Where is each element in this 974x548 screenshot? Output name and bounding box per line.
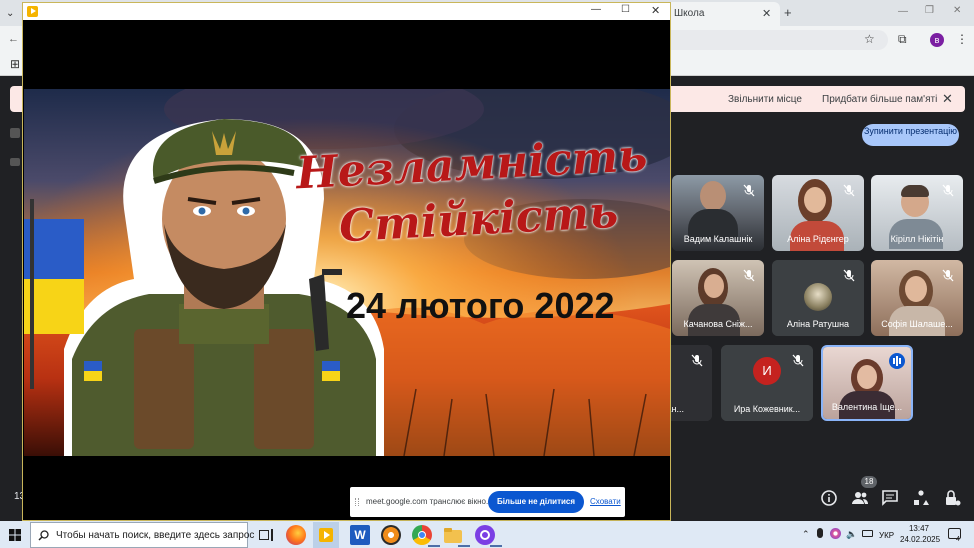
taskbar-clock[interactable]: 13:47 24.02.2025 bbox=[900, 523, 941, 545]
participant-name: Вадим Калашнік bbox=[683, 234, 753, 244]
muted-mic-icon bbox=[942, 269, 954, 282]
presentation-slide: Незламність Стійкість 24 лютого 2022 bbox=[24, 89, 670, 456]
player-close-icon[interactable]: ✕ bbox=[651, 4, 660, 17]
clock-time: 13:47 bbox=[908, 524, 930, 533]
profile-avatar[interactable]: в bbox=[930, 33, 944, 47]
participant-avatar bbox=[804, 283, 832, 311]
participant-name: Валентина Іще... bbox=[831, 402, 903, 412]
tab-school[interactable]: Школа ✕ bbox=[664, 2, 780, 26]
participant-tile[interactable]: Качанова Сніж... bbox=[672, 260, 764, 336]
free-space-link[interactable]: Звільнити місце bbox=[728, 94, 802, 105]
close-notification-icon[interactable]: ✕ bbox=[942, 91, 953, 107]
apps-grid-icon[interactable]: ⊞ bbox=[10, 57, 20, 71]
tray-app-icon[interactable] bbox=[830, 528, 841, 539]
windows-start-icon[interactable] bbox=[9, 529, 21, 541]
participant-avatar: И bbox=[753, 357, 781, 385]
participant-tile[interactable]: Кірілл Нікітін bbox=[871, 175, 963, 251]
muted-mic-icon bbox=[691, 354, 703, 367]
people-icon[interactable] bbox=[851, 489, 869, 507]
muted-mic-icon bbox=[843, 184, 855, 197]
muted-mic-icon bbox=[843, 269, 855, 282]
word-icon[interactable]: W bbox=[350, 525, 370, 545]
taskbar-search-box[interactable]: Чтобы начать поиск, введите здесь запрос bbox=[30, 522, 254, 548]
speaking-indicator-icon bbox=[889, 353, 905, 369]
info-icon[interactable] bbox=[820, 489, 838, 507]
participant-name: Кірілл Нікітін bbox=[890, 234, 944, 244]
participant-tile[interactable]: Софія Шалаше... bbox=[871, 260, 963, 336]
presentation-player-window: — ☐ ✕ Незламність Стійкість 24 лютого 20… bbox=[22, 2, 671, 521]
participant-name: Софія Шалаше... bbox=[881, 319, 953, 329]
battery-icon[interactable] bbox=[862, 530, 873, 537]
host-controls-lock-icon[interactable] bbox=[943, 489, 961, 507]
extensions-icon[interactable]: ⧉ bbox=[898, 32, 907, 47]
participant-name: Качанова Сніж... bbox=[683, 319, 753, 329]
muted-mic-icon bbox=[743, 269, 755, 282]
participant-name: Аліна Рідєнгер bbox=[787, 234, 849, 244]
participant-tile[interactable]: Вадим Калашнік bbox=[672, 175, 764, 251]
player-title-bar: — ☐ ✕ bbox=[23, 3, 670, 20]
participants-count-badge: 18 bbox=[861, 476, 877, 488]
close-tab-icon[interactable]: ✕ bbox=[762, 7, 771, 20]
activities-icon[interactable] bbox=[912, 489, 930, 507]
participant-name: Аліна Ратушна bbox=[786, 319, 850, 329]
screen-share-bar: meet.google.com транслює вікно. Більше н… bbox=[350, 487, 625, 517]
notifications-count: 4 bbox=[956, 536, 960, 543]
chat-side-icon[interactable] bbox=[10, 158, 20, 166]
add-memory-link[interactable]: Придбати більше пам'яті bbox=[822, 94, 937, 105]
minimize-icon[interactable]: — bbox=[898, 6, 908, 17]
slide-date: 24 лютого 2022 bbox=[346, 285, 615, 326]
drag-handle-icon[interactable] bbox=[355, 498, 359, 506]
new-tab-plus-icon[interactable]: + bbox=[784, 5, 792, 20]
restore-icon[interactable]: ❐ bbox=[925, 5, 934, 16]
search-placeholder: Чтобы начать поиск, введите здесь запрос bbox=[56, 530, 255, 541]
tray-chevron-up-icon[interactable]: ⌃ bbox=[802, 529, 810, 540]
viber-icon[interactable] bbox=[475, 525, 495, 545]
address-bar[interactable] bbox=[660, 30, 888, 50]
side-panel-icon[interactable] bbox=[10, 128, 20, 138]
volume-icon[interactable]: 🔈 bbox=[846, 529, 857, 540]
close-window-icon[interactable]: ✕ bbox=[953, 5, 961, 16]
tab-list-chevron-icon[interactable]: ⌄ bbox=[6, 8, 14, 19]
chrome-icon[interactable] bbox=[412, 525, 432, 545]
active-app-indicator bbox=[490, 545, 502, 547]
muted-mic-icon bbox=[942, 184, 954, 197]
keyboard-language[interactable]: УКР bbox=[879, 531, 894, 540]
participant-tile-speaking[interactable]: Валентина Іще... bbox=[821, 345, 913, 421]
participant-tile[interactable]: Аліна Ратушна bbox=[772, 260, 864, 336]
media-player-taskbar-active[interactable] bbox=[313, 522, 339, 548]
stop-presenting-button[interactable]: Зупинити презентацію bbox=[862, 124, 959, 146]
firefox-icon[interactable] bbox=[286, 525, 306, 545]
participant-tile[interactable]: И Ира Кожевник... bbox=[721, 345, 813, 421]
menu-kebab-icon[interactable]: ⋮ bbox=[956, 32, 968, 46]
muted-mic-icon bbox=[743, 184, 755, 197]
file-explorer-icon[interactable] bbox=[443, 525, 463, 545]
back-arrow-icon[interactable]: ← bbox=[8, 33, 19, 45]
tab-title: Школа bbox=[674, 8, 705, 19]
chat-icon[interactable] bbox=[881, 489, 899, 507]
bookmark-star-icon[interactable]: ☆ bbox=[864, 32, 875, 46]
task-view-icon[interactable] bbox=[256, 525, 276, 545]
player-maximize-icon[interactable]: ☐ bbox=[621, 4, 630, 15]
tray-mic-icon[interactable] bbox=[817, 528, 823, 538]
player-minimize-icon[interactable]: — bbox=[591, 4, 601, 15]
app-icon[interactable] bbox=[381, 525, 401, 545]
share-status-text: meet.google.com транслює вікно. bbox=[366, 497, 489, 506]
clock-date: 24.02.2025 bbox=[900, 535, 941, 544]
participant-name: Ира Кожевник... bbox=[733, 404, 801, 414]
stop-sharing-button[interactable]: Більше не ділитися bbox=[488, 491, 584, 513]
player-app-icon bbox=[27, 6, 38, 17]
hide-share-bar-link[interactable]: Сховати bbox=[590, 497, 621, 506]
active-app-indicator bbox=[428, 545, 440, 547]
search-icon bbox=[38, 530, 49, 541]
participant-tile[interactable]: Аліна Рідєнгер bbox=[772, 175, 864, 251]
active-app-indicator bbox=[458, 545, 470, 547]
muted-mic-icon bbox=[792, 354, 804, 367]
